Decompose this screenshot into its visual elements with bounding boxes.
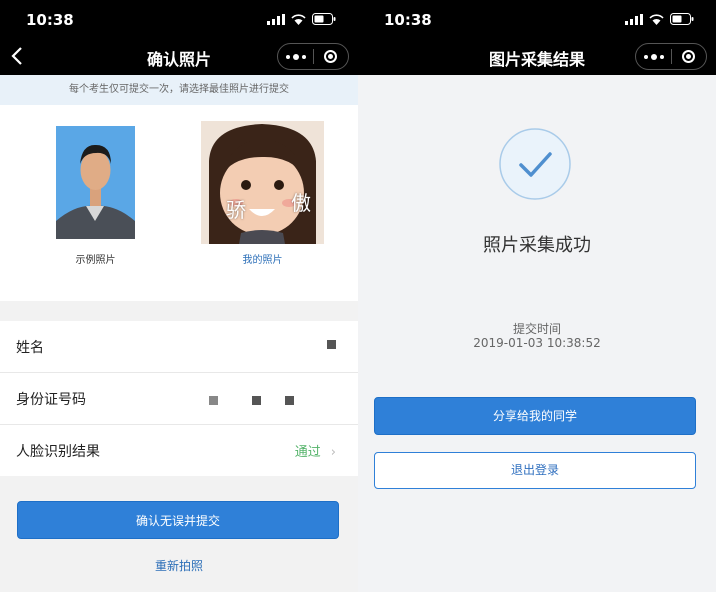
target-icon[interactable] — [672, 44, 706, 69]
submit-tip: 每个考生仅可提交一次，请选择最佳照片进行提交 — [0, 75, 358, 105]
confirm-submit-button[interactable]: 确认无误并提交 — [17, 501, 339, 539]
battery-icon — [312, 13, 336, 25]
my-photo[interactable]: 骄 傲 — [201, 121, 324, 244]
nav-bar: 确认照片 — [0, 38, 358, 75]
confirm-photo-screen: 10:38 确认照片 每个考生仅可提交一次，请选择最佳照片进行提交 骄 傲 示例… — [0, 0, 358, 592]
sample-photo-label: 示例照片 — [75, 255, 116, 266]
share-button[interactable]: 分享给我的同学 — [374, 397, 696, 435]
success-title: 照片采集成功 — [483, 235, 591, 256]
wifi-icon — [649, 13, 664, 25]
photo-card: 骄 傲 示例照片 我的照片 — [0, 105, 358, 301]
battery-icon — [670, 13, 694, 25]
id-label: 身份证号码 — [16, 392, 86, 408]
wifi-icon — [291, 13, 306, 25]
sample-photo — [56, 126, 135, 239]
id-value-masked — [208, 394, 294, 409]
chevron-right-icon: › — [330, 445, 336, 460]
name-label: 姓名 — [16, 340, 44, 356]
retake-link[interactable]: 重新拍照 — [0, 557, 358, 574]
status-time: 10:38 — [26, 11, 74, 29]
more-icon[interactable] — [278, 44, 313, 69]
more-icon[interactable] — [636, 44, 671, 69]
mini-program-capsule — [277, 43, 349, 70]
mini-program-capsule — [635, 43, 707, 70]
watermark-right: 傲 — [291, 191, 311, 215]
info-form: 姓名 身份证号码 人脸识别结果 通过 › — [0, 321, 358, 476]
nav-bar: 图片采集结果 — [358, 38, 716, 75]
status-bar: 10:38 — [358, 0, 716, 38]
face-label: 人脸识别结果 — [16, 444, 100, 460]
face-result-value: 通过 — [294, 445, 321, 460]
logout-button[interactable]: 退出登录 — [374, 452, 696, 489]
name-row: 姓名 — [0, 321, 358, 373]
watermark-left: 骄 — [226, 198, 246, 222]
signal-icon — [625, 13, 643, 25]
my-photo-label: 我的照片 — [242, 255, 283, 266]
status-time: 10:38 — [384, 11, 432, 29]
name-value-masked — [327, 338, 336, 353]
face-row[interactable]: 人脸识别结果 通过 › — [0, 425, 358, 476]
id-row: 身份证号码 — [0, 373, 358, 425]
submit-time-label: 提交时间 — [512, 322, 561, 336]
status-bar: 10:38 — [0, 0, 358, 38]
face-result: 通过 › — [295, 441, 336, 460]
target-icon[interactable] — [314, 44, 348, 69]
submit-time-value: 2019-01-03 10:38:52 — [473, 336, 601, 350]
result-screen: 10:38 图片采集结果 — [358, 0, 716, 592]
signal-icon — [267, 13, 285, 25]
check-icon — [499, 128, 571, 200]
